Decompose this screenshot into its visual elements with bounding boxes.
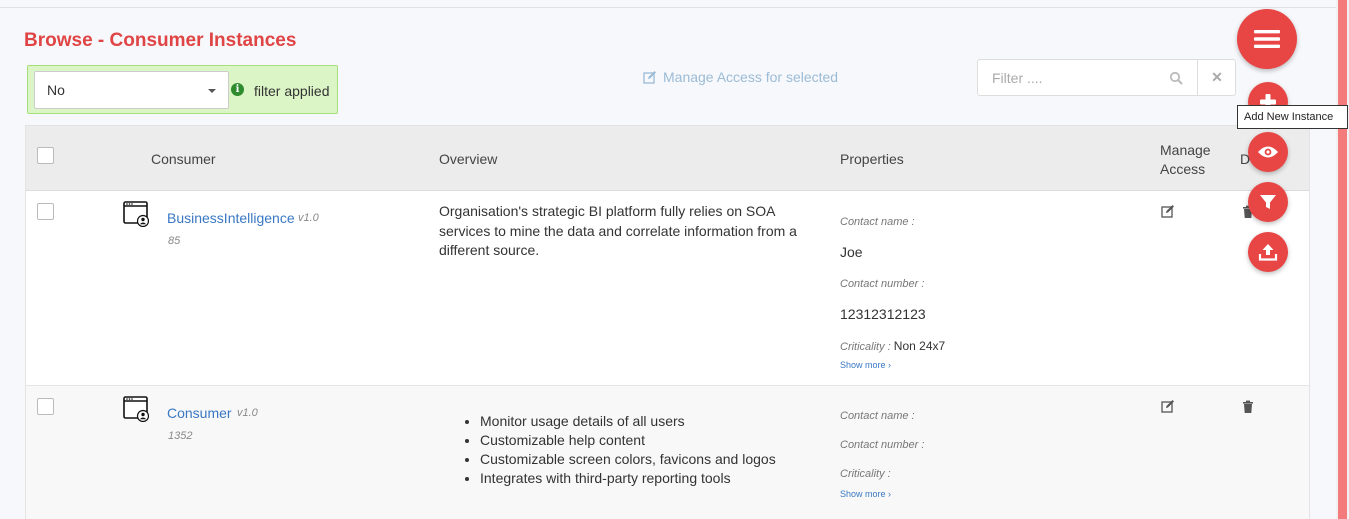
scrollbar-track[interactable] [1336,0,1349,519]
overview-text: Organisation's strategic BI platform ful… [439,203,797,258]
add-instance-tooltip: Add New Instance [1237,105,1348,129]
criticality-label: Criticality : [840,468,891,480]
upload-fab-button[interactable] [1248,232,1288,272]
filter-select[interactable]: No [34,71,229,109]
view-fab-button[interactable] [1248,132,1288,172]
filter-panel: No i filter applied [27,65,338,114]
column-header-manage-access-line1: Manage [1160,142,1211,158]
clear-filter-button[interactable]: ✕ [1197,60,1236,95]
column-header-overview[interactable]: Overview [439,151,497,167]
consumer-version: v1.0 [298,212,319,224]
eye-icon [1258,146,1278,158]
info-icon: i [231,83,244,96]
consumer-name-link[interactable]: BusinessIntelligence [167,210,295,226]
consumer-instances-table: Consumer Overview Properties Manage Acce… [25,125,1310,519]
filter-input[interactable] [978,60,1197,95]
criticality-value: Non 24x7 [893,339,946,353]
list-item: Monitor usage details of all users [480,412,824,431]
contact-number-label: Contact number : [840,278,925,290]
list-item: Customizable screen colors, favicons and… [480,450,824,469]
column-header-manage-access-line2: Access [1160,161,1206,177]
show-more-link[interactable]: Show more › [840,360,891,370]
search-icon[interactable] [1169,71,1183,85]
consumer-count: 85 [168,235,181,247]
contact-name-label: Contact name : [840,216,915,228]
edit-icon[interactable] [1161,399,1175,413]
edit-icon [643,71,656,84]
filter-search: ✕ [977,59,1236,96]
scrollbar-thumb[interactable] [1338,0,1347,519]
column-header-consumer[interactable]: Consumer [151,151,216,167]
trash-icon[interactable] [1241,400,1255,414]
consumer-name-link[interactable]: Consumer [167,405,232,421]
menu-fab-button[interactable] [1237,9,1297,69]
top-divider [0,7,1336,8]
manage-access-selected-button[interactable]: Manage Access for selected [643,69,838,85]
select-all-checkbox[interactable] [37,147,54,164]
contact-number-label: Contact number : [840,439,925,451]
contact-name-value: Joe [840,244,863,260]
consumer-count: 1352 [168,430,193,442]
contact-number-value: 12312312123 [840,306,926,322]
row-checkbox[interactable] [37,398,54,415]
consumer-app-icon [123,201,149,227]
upload-icon [1258,244,1278,261]
funnel-icon [1260,195,1276,209]
table-row: Consumer v1.0 1352 Monitor usage details… [26,386,1309,519]
page-title: Browse - Consumer Instances [24,30,297,51]
hamburger-menu-icon [1254,30,1280,48]
filter-select-value: No [47,82,65,98]
criticality-label: Criticality : [840,341,891,353]
table-row: BusinessIntelligence v1.0 85 Organisatio… [26,191,1309,386]
filter-status-label: filter applied [254,83,330,99]
manage-access-selected-label: Manage Access for selected [663,69,839,85]
caret-down-icon [208,89,216,93]
table-header: Consumer Overview Properties Manage Acce… [26,126,1309,191]
list-item: Customizable help content [480,431,824,450]
list-item: Integrates with third-party reporting to… [480,469,824,488]
overview-list: Monitor usage details of all users Custo… [464,412,824,488]
consumer-version: v1.0 [237,407,258,419]
column-header-properties[interactable]: Properties [840,151,904,167]
edit-icon[interactable] [1161,204,1175,218]
filter-fab-button[interactable] [1248,182,1288,222]
row-checkbox[interactable] [37,203,54,220]
show-more-link[interactable]: Show more › [840,489,891,499]
contact-name-label: Contact name : [840,410,915,422]
consumer-app-icon [123,396,149,422]
criticality-row: Criticality : Non 24x7 [840,339,945,353]
